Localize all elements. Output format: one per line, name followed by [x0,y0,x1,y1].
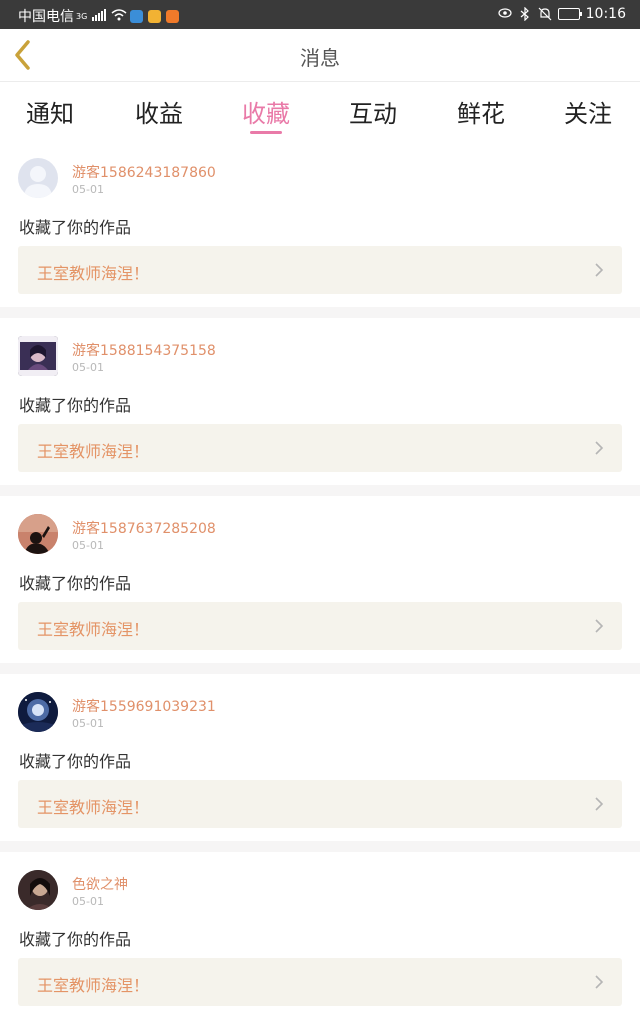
work-title: 王室教师海涅！ [37,798,150,817]
action-text: 收藏了你的作品 [19,752,132,771]
eye-icon [498,7,512,21]
date: 05-01 [72,183,104,196]
default-avatar-icon [24,166,52,198]
notification-item: 游客1559691039231 05-01 收藏了你的作品 王室教师海涅！ [0,674,640,841]
clock: 10:16 [585,6,626,22]
work-link[interactable]: 王室教师海涅！ [18,602,622,650]
action-text: 收藏了你的作品 [19,574,132,593]
tab-earnings[interactable]: 收益 [119,94,199,129]
tab-flowers[interactable]: 鲜花 [441,94,521,129]
tab-interaction[interactable]: 互动 [333,94,413,129]
divider [0,485,640,496]
avatar[interactable] [18,514,58,554]
notification-item: 游客1588154375158 05-01 收藏了你的作品 王室教师海涅！ [0,318,640,485]
sunset-silhouette-avatar-icon [18,514,58,554]
tab-bar: 通知 收益 收藏 互动 鲜花 关注 [0,82,640,144]
date: 05-01 [72,539,104,552]
orange-app-icon [166,9,180,23]
work-link[interactable]: 王室教师海涅！ [18,958,622,1006]
work-link[interactable]: 王室教师海涅！ [18,424,622,472]
work-link[interactable]: 王室教师海涅！ [18,780,622,828]
battery-icon [557,8,582,20]
signal-icon [92,9,107,23]
mute-bell-icon [538,7,552,21]
shield-app-icon [130,9,144,23]
notification-item: 色欲之神 05-01 收藏了你的作品 王室教师海涅！ [0,852,640,1024]
avatar[interactable] [18,158,58,198]
notification-item: 游客1586243187860 05-01 收藏了你的作品 王室教师海涅！ [0,144,640,307]
chevron-right-icon [595,797,604,811]
notification-item: 游客1587637285208 05-01 收藏了你的作品 王室教师海涅！ [0,496,640,663]
chevron-right-icon [595,619,604,633]
night-sky-avatar-icon [18,692,58,732]
chevron-right-icon [595,975,604,989]
network-type: 3G [76,11,88,21]
tab-follow[interactable]: 关注 [548,94,628,129]
work-title: 王室教师海涅！ [37,620,150,639]
username[interactable]: 游客1586243187860 [72,162,216,182]
grid-app-icon [148,9,162,23]
avatar[interactable] [18,870,58,910]
dark-portrait-avatar-icon [18,870,58,910]
action-text: 收藏了你的作品 [19,218,132,237]
tab-notice[interactable]: 通知 [10,94,90,129]
chevron-right-icon [595,263,604,277]
username[interactable]: 游客1588154375158 [72,340,216,360]
divider [0,663,640,674]
date: 05-01 [72,361,104,374]
avatar[interactable] [18,336,58,376]
chevron-right-icon [595,441,604,455]
username[interactable]: 游客1559691039231 [72,696,216,716]
title-bar: 消息 [0,29,640,82]
username[interactable]: 色欲之神 [72,874,128,894]
work-title: 王室教师海涅！ [37,976,150,995]
avatar[interactable] [18,692,58,732]
work-title: 王室教师海涅！ [37,442,150,461]
action-text: 收藏了你的作品 [19,396,132,415]
work-link[interactable]: 王室教师海涅！ [18,246,622,294]
page-title: 消息 [300,46,340,70]
username[interactable]: 游客1587637285208 [72,518,216,538]
carrier-label: 中国电信 [18,9,74,25]
action-text: 收藏了你的作品 [19,930,132,949]
wifi-icon [111,9,127,23]
girl-avatar-icon [18,336,58,376]
divider [0,841,640,852]
date: 05-01 [72,717,104,730]
work-title: 王室教师海涅！ [37,264,150,283]
bluetooth-icon [518,6,532,22]
divider [0,307,640,318]
tab-favorites[interactable]: 收藏 [226,94,306,129]
date: 05-01 [72,895,104,908]
active-tab-indicator [250,131,282,134]
status-bar: 中国电信 3G 10:16 [0,0,640,29]
